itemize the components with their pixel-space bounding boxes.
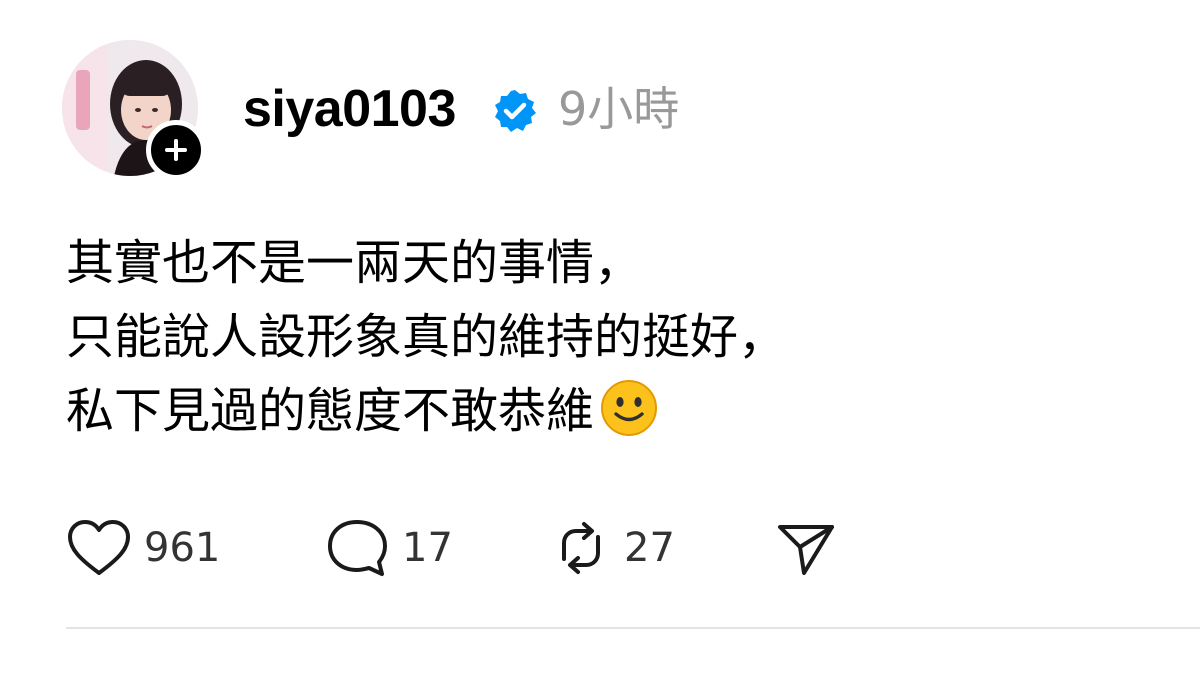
smiling-face-emoji-icon [601,380,658,436]
repost-count: 27 [624,525,675,571]
post-timestamp[interactable]: 9小時 [558,76,679,142]
like-count: 961 [144,525,221,571]
post-text-line: 只能說人設形象真的維持的挺好， [66,309,787,365]
reply-button[interactable]: 17 [324,515,453,581]
post-text-line: 私下見過的態度不敢恭維 [66,374,786,448]
username-link[interactable]: siya0103 [243,76,456,142]
like-button[interactable]: 961 [66,515,220,581]
post-divider [66,627,1200,629]
post-text-line-content: 私下見過的態度不敢恭維 [66,383,595,439]
send-icon [778,525,834,575]
heart-icon [68,520,130,575]
avatar[interactable] [62,40,206,180]
repost-icon [562,522,600,574]
plus-icon [165,139,187,161]
share-button[interactable] [774,515,838,581]
reply-count: 17 [402,525,453,571]
post-text-line: 其實也不是一兩天的事情， [66,235,643,291]
follow-button[interactable] [146,120,206,180]
repost-button[interactable]: 27 [550,515,675,581]
verified-badge-icon [495,90,536,132]
post-text: 其實也不是一兩天的事情， 只能說人設形象真的維持的挺好， 私下見過的態度不敢恭維 [66,226,786,448]
threads-post: siya0103 9小時 其實也不是一兩天的事情， 只能說人設形象真的維持的挺好… [0,0,1200,675]
comment-bubble-icon [328,520,387,576]
